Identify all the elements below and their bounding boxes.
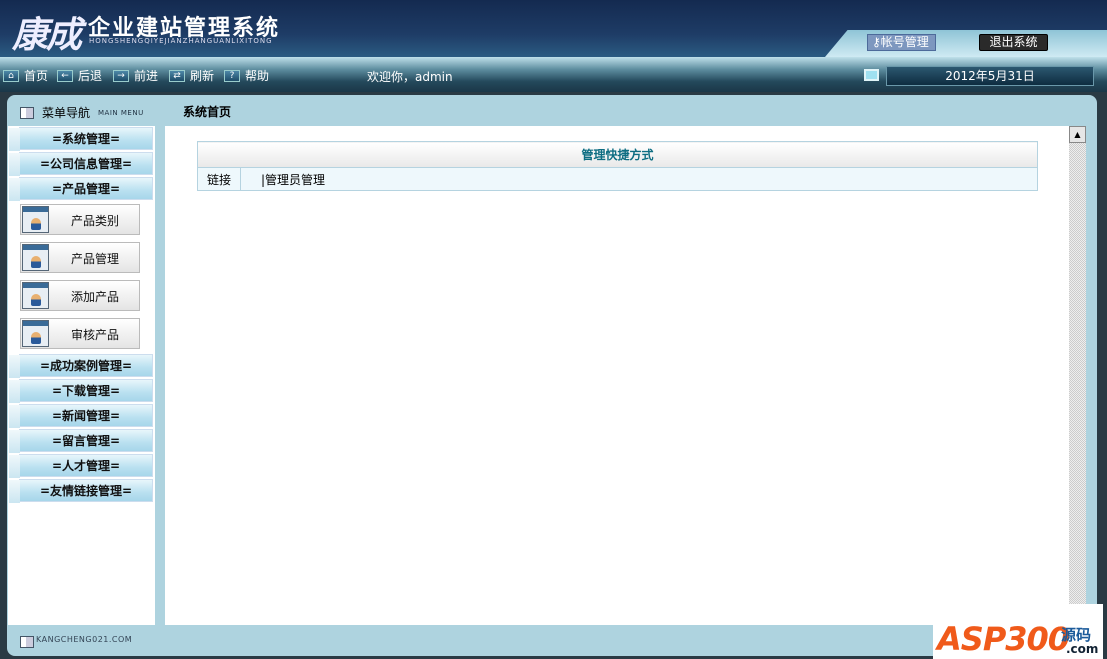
menu-group-system[interactable]: =系统管理=	[9, 127, 153, 151]
welcome-text: 欢迎你，admin	[367, 70, 453, 84]
table-row: 链接 |管理员管理	[197, 167, 1038, 191]
menu-group-talent[interactable]: =人才管理=	[9, 454, 153, 478]
menu-group-product[interactable]: =产品管理=	[9, 177, 153, 201]
menu-nav-title: 菜单导航 MAIN MENU	[20, 104, 144, 121]
user-icon	[22, 320, 49, 347]
breadcrumb: 系统首页	[183, 105, 232, 119]
arrow-right-icon: →	[113, 69, 129, 82]
app-subtitle: HONGSHENGQIYEJIANZHANGUANLIXITONG	[89, 37, 273, 45]
user-icon	[22, 282, 49, 309]
menu-group-cases[interactable]: =成功案例管理=	[9, 354, 153, 378]
menu-group-company[interactable]: =公司信息管理=	[9, 152, 153, 176]
menu-item-product-category[interactable]: 产品类别	[20, 204, 140, 235]
refresh-button[interactable]: ⇄ 刷新	[169, 67, 214, 84]
watermark-logo: ASP300 源码 .com	[933, 604, 1103, 659]
shortcuts-title: 管理快捷方式	[197, 141, 1038, 168]
scroll-up-icon[interactable]: ▲	[1069, 126, 1086, 143]
shortcut-admin-link[interactable]: |管理员管理	[240, 167, 1038, 191]
menu-group-links[interactable]: =友情链接管理=	[9, 479, 153, 503]
forward-button[interactable]: → 前进	[113, 67, 158, 84]
key-icon: ⚷	[872, 35, 881, 49]
date-display: 2012年5月31日	[886, 66, 1094, 86]
help-button[interactable]: ? 帮助	[224, 67, 269, 84]
user-icon	[22, 244, 49, 271]
menu-group-news[interactable]: =新闻管理=	[9, 404, 153, 428]
menu-item-review-product[interactable]: 审核产品	[20, 318, 140, 349]
user-icon	[22, 206, 49, 233]
shortcuts-table: 管理快捷方式 链接 |管理员管理	[197, 141, 1038, 191]
account-management-button[interactable]: ⚷帐号管理	[867, 34, 936, 51]
menu-item-add-product[interactable]: 添加产品	[20, 280, 140, 311]
vertical-scrollbar[interactable]: ▲	[1069, 126, 1086, 606]
logout-button[interactable]: 退出系统	[979, 34, 1048, 51]
back-button[interactable]: ← 后退	[57, 67, 102, 84]
menu-icon	[20, 106, 34, 119]
sidebar: =系统管理= =公司信息管理= =产品管理= 产品类别 产品管理 添加产品 审核…	[8, 126, 155, 625]
menu-group-downloads[interactable]: =下载管理=	[9, 379, 153, 403]
home-button[interactable]: ⌂ 首页	[3, 67, 48, 84]
footer-site: KANGCHENG021.COM	[36, 635, 133, 644]
content-area: 管理快捷方式 链接 |管理员管理	[165, 126, 1069, 625]
menu-item-product-manage[interactable]: 产品管理	[20, 242, 140, 273]
toolbar: ⌂ 首页 ← 后退 → 前进 ⇄ 刷新 ? 帮助 欢迎你，admin 2012年5月31日	[0, 57, 1107, 92]
refresh-icon: ⇄	[169, 69, 185, 82]
footer-icon	[20, 636, 34, 648]
shortcut-label: 链接	[197, 167, 241, 191]
header: 康成 企业建站管理系统 HONGSHENGQIYEJIANZHANGUANLIX…	[0, 0, 1107, 57]
menu-group-messages[interactable]: =留言管理=	[9, 429, 153, 453]
home-icon: ⌂	[3, 69, 19, 82]
help-icon: ?	[224, 69, 240, 82]
arrow-left-icon: ←	[57, 69, 73, 82]
logo: 康成	[12, 14, 82, 56]
monitor-icon	[864, 69, 879, 81]
